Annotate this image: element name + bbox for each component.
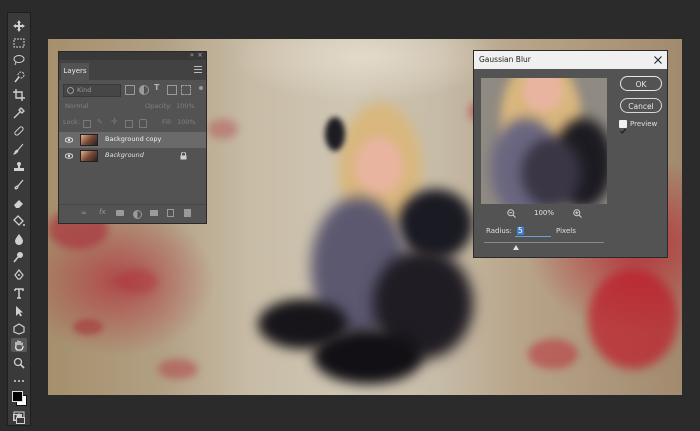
pen-icon[interactable] <box>11 268 27 282</box>
radius-input[interactable]: 5 <box>515 225 551 237</box>
layer-thumbnail <box>80 134 98 146</box>
layer-row[interactable]: Background <box>59 148 206 164</box>
lock-transparent-icon[interactable] <box>83 120 91 128</box>
panel-menu-icon[interactable] <box>194 66 202 73</box>
lock-position-icon[interactable]: ✛ <box>111 118 118 126</box>
preview-image[interactable] <box>481 78 607 204</box>
adjustment-layer-icon[interactable] <box>133 210 142 219</box>
unit-label: Pixels <box>556 227 576 235</box>
radius-slider-thumb[interactable] <box>513 245 520 250</box>
lock-icon <box>180 152 187 160</box>
opacity-value[interactable]: 100% <box>176 102 195 110</box>
history-brush-icon[interactable] <box>11 178 27 192</box>
crop-icon[interactable] <box>11 88 27 102</box>
blur-icon[interactable] <box>11 232 27 246</box>
collapse-panel-icon[interactable]: » <box>190 51 194 59</box>
new-group-icon[interactable] <box>150 210 158 216</box>
layers-footer: ∞ fx <box>59 204 206 224</box>
path-selection-icon[interactable] <box>11 304 27 318</box>
filter-type-icon[interactable]: T <box>154 83 159 92</box>
preview-label[interactable]: Preview <box>630 120 657 128</box>
tab-layers[interactable]: Layers <box>61 63 89 80</box>
more-tools-icon[interactable] <box>11 374 27 388</box>
link-layers-icon[interactable]: ∞ <box>81 209 87 217</box>
panel-header-bar[interactable]: » × <box>59 51 206 60</box>
filter-kind-label: Kind <box>77 86 92 94</box>
radius-slider-track[interactable] <box>484 242 604 243</box>
face <box>355 137 403 195</box>
filter-pixel-icon[interactable] <box>125 85 135 95</box>
radius-label: Radius: <box>486 227 512 235</box>
hand-icon[interactable] <box>11 338 27 352</box>
layer-row[interactable]: Background copy <box>59 132 206 148</box>
filter-kind-field[interactable]: Kind <box>63 84 121 97</box>
layer-style-icon[interactable]: fx <box>99 208 106 216</box>
visibility-eye-icon[interactable] <box>65 152 73 160</box>
dialog-titlebar[interactable]: Gaussian Blur <box>474 51 667 69</box>
checkmark-icon <box>620 128 627 135</box>
quick-selection-icon[interactable] <box>11 70 27 84</box>
filter-adjustment-icon[interactable] <box>139 85 149 95</box>
paint-bucket-icon[interactable] <box>11 214 27 228</box>
dialog-title: Gaussian Blur <box>479 55 531 64</box>
marquee-icon[interactable] <box>11 36 27 50</box>
add-mask-icon[interactable] <box>116 210 124 216</box>
tools-panel <box>7 12 31 426</box>
lasso-icon[interactable] <box>11 53 27 67</box>
healing-brush-icon[interactable] <box>11 124 27 138</box>
search-icon <box>67 87 74 94</box>
cancel-button[interactable]: Cancel <box>620 98 662 113</box>
zoom-in-icon[interactable] <box>573 209 582 218</box>
move-icon[interactable] <box>11 19 27 33</box>
new-layer-icon[interactable] <box>167 209 174 217</box>
layer-name[interactable]: Background <box>105 151 144 159</box>
radius-value: 5 <box>517 226 524 235</box>
close-panel-icon[interactable]: × <box>197 51 203 59</box>
type-icon[interactable] <box>11 286 27 300</box>
eraser-icon[interactable] <box>11 196 27 210</box>
ok-button[interactable]: OK <box>620 76 662 91</box>
color-swatches[interactable] <box>11 390 27 406</box>
lock-all-icon[interactable] <box>139 119 147 128</box>
gaussian-blur-dialog: Gaussian Blur 100% Radius: 5 Pixels OK C… <box>473 50 668 258</box>
filter-toggle-icon[interactable] <box>199 86 203 90</box>
right-boot <box>313 329 423 384</box>
layers-tabbar: Layers <box>59 60 206 80</box>
visibility-eye-icon[interactable] <box>65 136 73 144</box>
zoom-icon[interactable] <box>11 356 27 370</box>
lock-pixels-icon[interactable]: ✎ <box>97 119 103 126</box>
eyedropper-icon[interactable] <box>11 106 27 120</box>
filter-smart-object-icon[interactable] <box>181 85 191 95</box>
delete-layer-icon[interactable] <box>184 209 191 217</box>
screen-mode-icon[interactable] <box>13 409 25 424</box>
layers-panel: » × Layers Kind T Normal Opacity: 100% L… <box>58 51 207 224</box>
lock-label: Lock: <box>63 118 81 126</box>
foreground-color-swatch[interactable] <box>12 391 23 402</box>
opacity-label: Opacity: <box>145 102 172 110</box>
fill-label: Fill: <box>162 118 173 126</box>
zoom-out-icon[interactable] <box>507 209 516 218</box>
preview-checkbox[interactable] <box>619 120 627 135</box>
close-icon[interactable] <box>654 56 662 64</box>
bow <box>325 117 345 151</box>
layer-name[interactable]: Background copy <box>105 135 161 143</box>
dodge-icon[interactable] <box>11 250 27 264</box>
clone-stamp-icon[interactable] <box>11 160 27 174</box>
zoom-level: 100% <box>534 209 555 217</box>
layer-thumbnail <box>80 150 98 162</box>
brush-icon[interactable] <box>11 142 27 156</box>
filter-shape-icon[interactable] <box>167 85 177 95</box>
lock-artboard-icon[interactable] <box>125 120 133 128</box>
shape-icon[interactable] <box>11 322 27 336</box>
blend-mode-select[interactable]: Normal <box>65 102 89 110</box>
fill-value[interactable]: 100% <box>177 118 196 126</box>
